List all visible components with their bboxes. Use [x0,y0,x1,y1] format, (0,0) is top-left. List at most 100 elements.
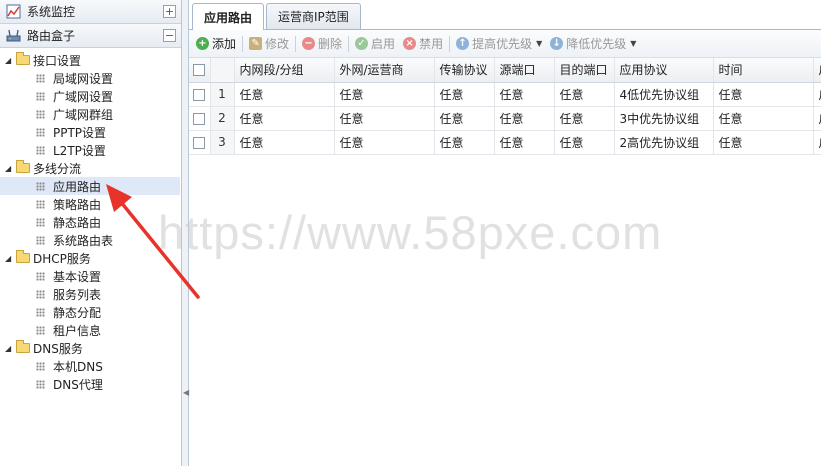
add-icon: + [196,37,209,50]
document-icon [36,289,45,299]
table-row[interactable]: 2 任意 任意 任意 任意 任意 3中优先协议组 任意 启 [189,106,821,131]
check-icon: ✓ [355,37,369,50]
edit-button[interactable]: ✎ 修改 [245,33,293,55]
tree-item-service-list[interactable]: 服务列表 [0,285,181,303]
tree-group-label: 接口设置 [33,53,82,68]
tree-item-pptp-settings[interactable]: PPTP设置 [0,123,181,141]
folder-icon [16,160,30,173]
row-checkbox[interactable] [189,106,211,131]
column-header[interactable]: 内网段/分组 [234,58,335,83]
table-cell: 启 [813,82,821,107]
monitor-chart-icon [6,4,21,19]
tree-item-label: 静态路由 [53,215,102,230]
tree-item-wan-settings[interactable]: 广域网设置 [0,87,181,105]
panel-header-system-monitor[interactable]: 系统监控 + [0,0,181,24]
document-icon [36,145,45,155]
raise-priority-button[interactable]: ↑ 提高优先级 ▼ [452,33,546,55]
folder-icon [16,250,30,263]
expand-panel-button[interactable]: + [163,5,176,18]
expand-triangle-icon[interactable]: ◢ [5,344,13,353]
disable-button[interactable]: × 禁用 [399,33,447,55]
document-icon [36,127,45,137]
enable-button[interactable]: ✓ 启用 [351,33,399,55]
edit-icon: ✎ [249,37,263,50]
tree-group-interface-settings[interactable]: ◢ 接口设置 [0,51,181,69]
tree-item-policy-routing[interactable]: 策略路由 [0,195,181,213]
arrow-down-icon: ↓ [550,37,564,50]
panel-splitter[interactable]: ◀ [182,0,189,466]
tree-item-l2tp-settings[interactable]: L2TP设置 [0,141,181,159]
chevron-down-icon[interactable]: ▼ [536,39,542,48]
table-cell: 任意 [713,82,814,107]
row-number-header [210,58,235,83]
document-icon [36,325,45,335]
tree-item-basic-settings[interactable]: 基本设置 [0,267,181,285]
tree-item-app-routing[interactable]: 应用路由 [0,177,180,195]
tree-item-wan-group[interactable]: 广域网群组 [0,105,181,123]
tree-group-label: DHCP服务 [33,251,91,266]
tree-item-static-routing[interactable]: 静态路由 [0,213,181,231]
document-icon [36,379,45,389]
row-number: 1 [210,82,235,107]
tree-item-label: DNS代理 [53,377,103,392]
tree-group-dhcp-service[interactable]: ◢ DHCP服务 [0,249,181,267]
collapse-panel-button[interactable]: − [163,29,176,42]
tree-item-lan-settings[interactable]: 局域网设置 [0,69,181,87]
table-row[interactable]: 1 任意 任意 任意 任意 任意 4低优先协议组 任意 启 [189,82,821,107]
tree-item-lease-info[interactable]: 租户信息 [0,321,181,339]
table-row[interactable]: 3 任意 任意 任意 任意 任意 2高优先协议组 任意 启 [189,130,821,155]
tree-item-label: 局域网设置 [53,71,114,86]
select-all-checkbox[interactable] [189,58,211,83]
table-cell: 3中优先协议组 [614,106,714,131]
routing-table: 内网段/分组 外网/运营商 传输协议 源端口 目的端口 应用协议 时间 启 1 … [189,58,821,155]
toolbar-separator [295,35,297,52]
tree-item-label: 系统路由表 [53,233,114,248]
tree-item-label: PPTP设置 [53,125,107,140]
panel-header-router-box[interactable]: 路由盒子 − [0,24,181,48]
tree-item-static-allocation[interactable]: 静态分配 [0,303,181,321]
delete-button[interactable]: − 删除 [298,33,346,55]
app-window: 系统监控 + 路由盒子 − ◢ 接口设置 局域网设置 广域网设置 广域网群组 P… [0,0,821,466]
tree-item-system-route-table[interactable]: 系统路由表 [0,231,181,249]
row-checkbox[interactable] [189,82,211,107]
column-header[interactable]: 传输协议 [434,58,495,83]
table-cell: 任意 [713,106,814,131]
table-cell: 任意 [334,82,435,107]
router-icon [6,29,21,42]
column-header[interactable]: 应用协议 [614,58,714,83]
tree-item-local-dns[interactable]: 本机DNS [0,357,181,375]
tree-item-label: 静态分配 [53,305,102,320]
column-header[interactable]: 目的端口 [554,58,615,83]
panel-title: 系统监控 [27,5,76,19]
tree-item-dns-proxy[interactable]: DNS代理 [0,375,181,393]
row-checkbox[interactable] [189,130,211,155]
expand-triangle-icon[interactable]: ◢ [5,164,13,173]
document-icon [36,91,45,101]
table-cell: 任意 [234,82,335,107]
tree-group-label: DNS服务 [33,341,83,356]
document-icon [36,217,45,227]
table-cell: 任意 [494,130,555,155]
table-cell: 任意 [334,106,435,131]
tab-isp-ip-range[interactable]: 运营商IP范围 [266,3,361,29]
add-button[interactable]: + 添加 [192,33,240,55]
column-header[interactable]: 外网/运营商 [334,58,435,83]
raise-priority-label: 提高优先级 [472,37,533,51]
column-header[interactable]: 源端口 [494,58,555,83]
table-header-row: 内网段/分组 外网/运营商 传输协议 源端口 目的端口 应用协议 时间 启 [189,58,821,83]
column-header[interactable]: 启 [813,58,821,83]
tree-group-multiline-routing[interactable]: ◢ 多线分流 [0,159,181,177]
document-icon [36,361,45,371]
tree-item-label: 本机DNS [53,359,103,374]
expand-triangle-icon[interactable]: ◢ [5,56,13,65]
tree-item-label: 策略路由 [53,197,102,212]
lower-priority-button[interactable]: ↓ 降低优先级 ▼ [546,33,640,55]
toolbar-separator [348,35,350,52]
tab-app-routing[interactable]: 应用路由 [192,3,265,30]
tree-group-dns-service[interactable]: ◢ DNS服务 [0,339,181,357]
column-header[interactable]: 时间 [713,58,814,83]
chevron-down-icon[interactable]: ▼ [630,39,636,48]
panel-title: 路由盒子 [27,29,76,43]
table-cell: 启 [813,106,821,131]
expand-triangle-icon[interactable]: ◢ [5,254,13,263]
